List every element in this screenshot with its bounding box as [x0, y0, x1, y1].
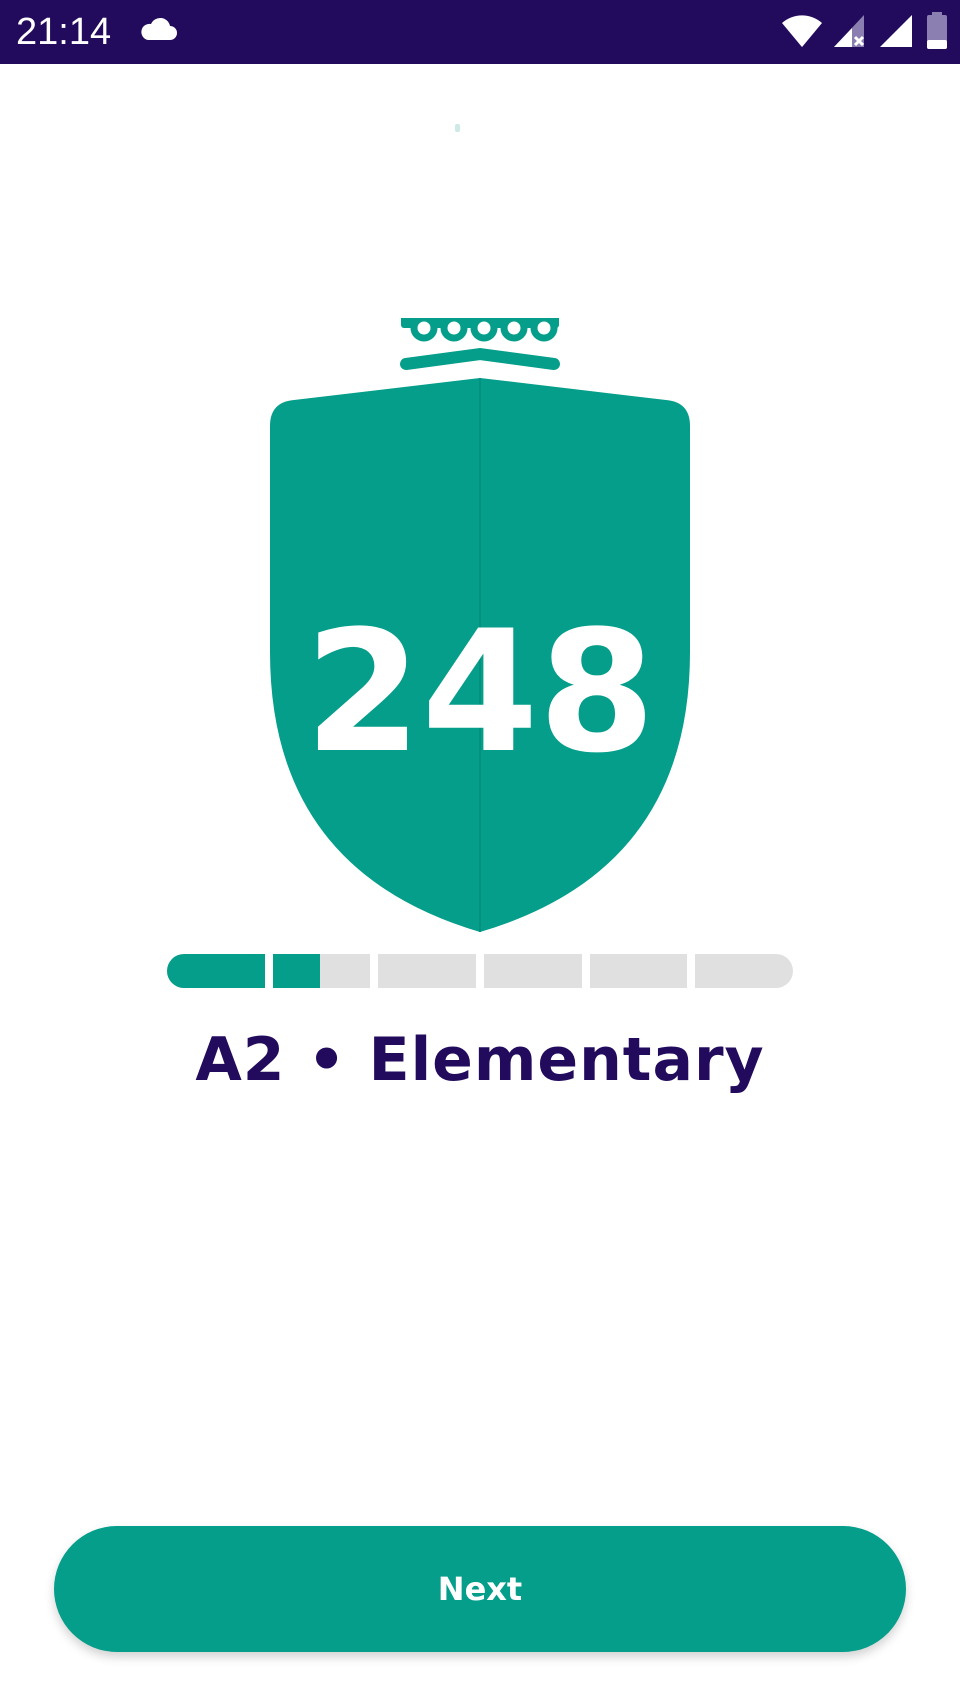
progress-segment — [378, 954, 477, 988]
level-progress — [167, 954, 794, 988]
decorative-dot — [455, 124, 460, 132]
battery-icon — [926, 12, 948, 54]
cloud-icon — [138, 16, 178, 46]
progress-segment — [167, 954, 265, 988]
progress-segment — [589, 954, 688, 988]
signal-no-sim-icon — [834, 13, 868, 53]
progress-segment — [272, 954, 371, 988]
status-bar: 21:14 — [0, 0, 960, 64]
level-badge: 248 — [268, 310, 692, 938]
signal-icon — [880, 13, 914, 53]
next-button[interactable]: Next — [54, 1526, 906, 1652]
wifi-icon — [782, 13, 822, 53]
progress-segment-fill — [167, 954, 265, 988]
crown-icon — [398, 310, 563, 370]
level-label: A2 • Elementary — [195, 1025, 765, 1095]
progress-segment — [484, 954, 582, 988]
content: 248 A2 • Elementary Next — [0, 64, 960, 1706]
progress-segment-fill — [272, 954, 320, 988]
status-time: 21:14 — [16, 11, 112, 53]
progress-segment — [695, 954, 794, 988]
badge-score: 248 — [305, 594, 656, 790]
